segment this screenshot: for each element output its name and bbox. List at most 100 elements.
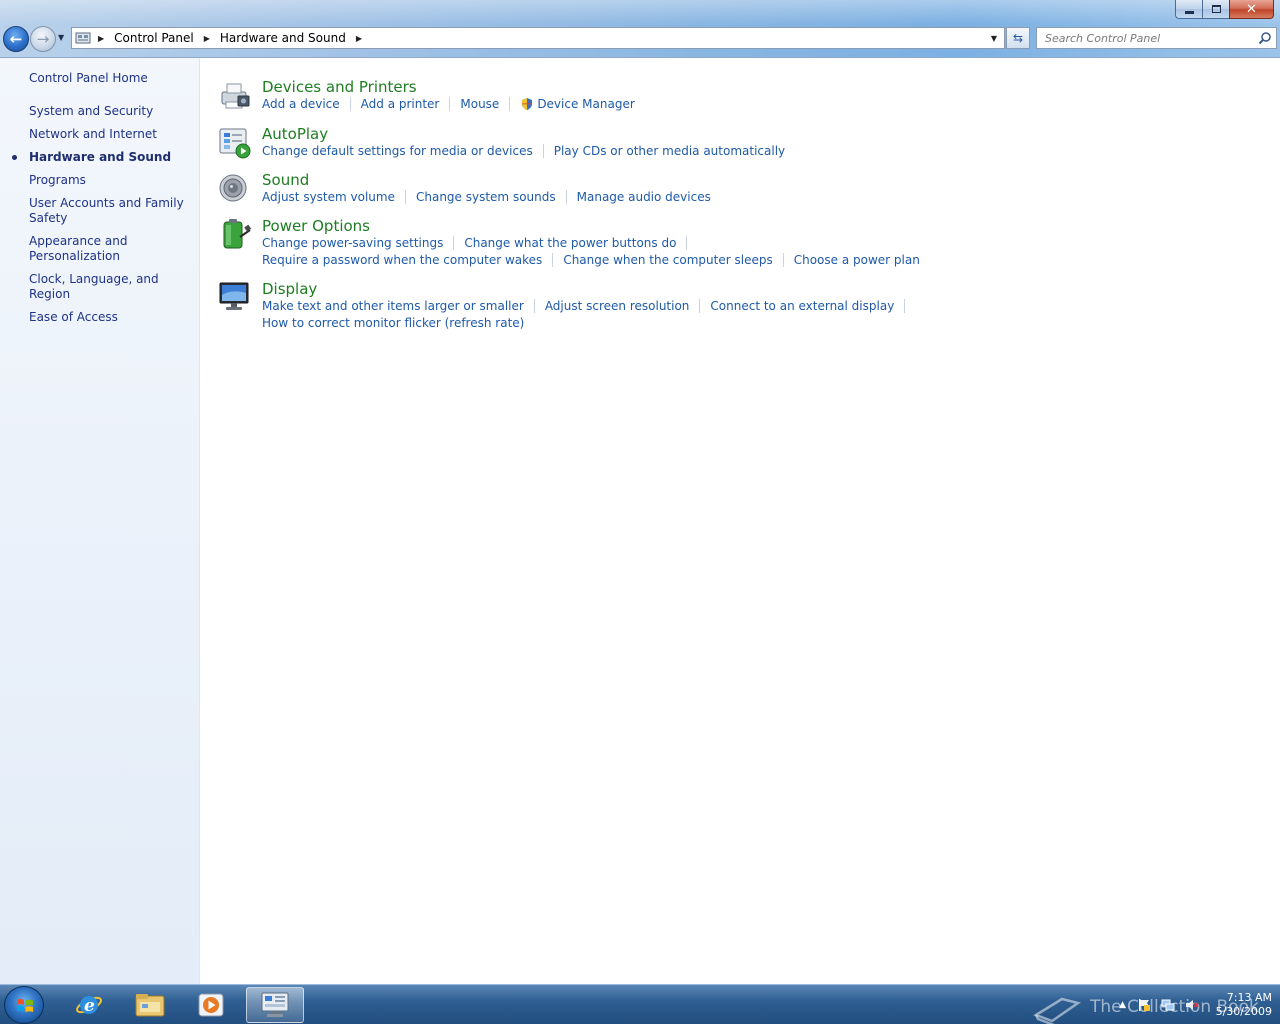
chevron-down-icon: ▼ <box>990 33 998 43</box>
address-bar[interactable]: ▶ Control Panel ▶ Hardware and Sound ▶ ▼ <box>71 27 1005 49</box>
device-manager-link[interactable]: Device Manager <box>537 97 634 111</box>
monitor-icon[interactable] <box>218 280 252 314</box>
autoplay-icon[interactable] <box>218 125 252 159</box>
sidebar-item-appearance[interactable]: Appearance and Personalization <box>29 234 194 264</box>
search-icon[interactable] <box>1258 31 1272 45</box>
breadcrumb-separator-icon[interactable]: ▶ <box>196 34 218 43</box>
chevron-up-icon: ▲ <box>1119 1000 1126 1010</box>
link-divider <box>565 190 567 204</box>
link-divider <box>782 253 784 267</box>
search-input[interactable] <box>1037 31 1249 45</box>
manage-audio-devices-link[interactable]: Manage audio devices <box>577 190 711 204</box>
sound-links: Adjust system volume Change system sound… <box>262 190 711 204</box>
display-links-row-2: How to correct monitor flicker (refresh … <box>262 316 524 330</box>
refresh-icon: ⇆ <box>1012 31 1024 45</box>
category-list: System and Security Network and Internet… <box>12 104 194 333</box>
link-divider <box>349 97 351 111</box>
breadcrumb-separator-icon[interactable]: ▶ <box>94 34 112 43</box>
speaker-icon[interactable] <box>218 171 252 205</box>
change-default-media-settings-link[interactable]: Change default settings for media or dev… <box>262 144 533 158</box>
media-player-icon <box>198 993 224 1017</box>
restore-icon <box>1211 5 1221 13</box>
svg-text:e: e <box>84 996 95 1016</box>
action-center-flag-icon[interactable] <box>1137 998 1151 1012</box>
breadcrumb-control-panel[interactable]: Control Panel <box>112 31 196 45</box>
devices-and-printers-title[interactable]: Devices and Printers <box>262 78 417 96</box>
change-system-sounds-link[interactable]: Change system sounds <box>416 190 556 204</box>
make-text-larger-link[interactable]: Make text and other items larger or smal… <box>262 299 524 313</box>
close-icon: ✕ <box>1246 1 1257 17</box>
sidebar-item-programs[interactable]: Programs <box>29 173 194 188</box>
link-divider <box>453 236 455 250</box>
window-titlebar: ✕ ← → ▼ ▶ Control Panel ▶ Hardware and S… <box>0 0 1280 58</box>
book-watermark-icon <box>1033 997 1081 1024</box>
taskbar-control-panel[interactable] <box>246 987 304 1023</box>
battery-icon[interactable] <box>218 217 252 251</box>
back-arrow-icon: ← <box>9 30 23 48</box>
control-panel-home-link[interactable]: Control Panel Home <box>29 71 148 85</box>
sidebar-item-system-and-security[interactable]: System and Security <box>29 104 194 119</box>
change-sleep-settings-link[interactable]: Change when the computer sleeps <box>563 253 772 267</box>
volume-muted-icon[interactable] <box>1185 998 1199 1012</box>
link-divider <box>533 299 535 313</box>
taskbar-windows-explorer[interactable] <box>121 987 179 1023</box>
sidebar-item-clock-language-region[interactable]: Clock, Language, and Region <box>29 272 194 302</box>
link-divider <box>404 190 406 204</box>
sidebar-item-hardware-and-sound[interactable]: Hardware and Sound <box>12 150 194 165</box>
breadcrumb-separator-icon[interactable]: ▶ <box>348 34 370 43</box>
adjust-system-volume-link[interactable]: Adjust system volume <box>262 190 395 204</box>
play-cds-automatically-link[interactable]: Play CDs or other media automatically <box>554 144 785 158</box>
change-power-buttons-link[interactable]: Change what the power buttons do <box>464 236 676 250</box>
autoplay-links: Change default settings for media or dev… <box>262 144 785 158</box>
sidebar-item-user-accounts[interactable]: User Accounts and Family Safety <box>29 196 194 226</box>
autoplay-title[interactable]: AutoPlay <box>262 125 328 143</box>
sound-title[interactable]: Sound <box>262 171 309 189</box>
display-links-row-1: Make text and other items larger or smal… <box>262 299 906 313</box>
restore-button[interactable] <box>1202 0 1229 19</box>
network-icon[interactable] <box>1161 998 1175 1012</box>
choose-power-plan-link[interactable]: Choose a power plan <box>794 253 920 267</box>
search-box[interactable] <box>1036 27 1277 49</box>
power-options-links-row-1: Change power-saving settings Change what… <box>262 236 688 250</box>
show-hidden-icons-button[interactable]: ▲ <box>1119 1000 1126 1010</box>
power-options-links-row-2: Require a password when the computer wak… <box>262 253 920 267</box>
link-divider <box>449 97 451 111</box>
change-power-saving-settings-link[interactable]: Change power-saving settings <box>262 236 443 250</box>
add-a-device-link[interactable]: Add a device <box>262 97 340 111</box>
printer-icon[interactable] <box>218 78 252 112</box>
power-options-title[interactable]: Power Options <box>262 217 370 235</box>
adjust-screen-resolution-link[interactable]: Adjust screen resolution <box>545 299 690 313</box>
display-title[interactable]: Display <box>262 280 317 298</box>
sidebar-item-network-and-internet[interactable]: Network and Internet <box>29 127 194 142</box>
sidebar-item-ease-of-access[interactable]: Ease of Access <box>29 310 194 325</box>
require-password-on-wake-link[interactable]: Require a password when the computer wak… <box>262 253 542 267</box>
recent-pages-button[interactable]: ▼ <box>58 33 68 43</box>
refresh-button[interactable]: ⇆ <box>1006 27 1030 49</box>
close-button[interactable]: ✕ <box>1229 0 1274 19</box>
add-a-printer-link[interactable]: Add a printer <box>361 97 440 111</box>
system-clock[interactable]: 7:13 AM 5/30/2009 <box>1212 991 1272 1019</box>
connect-external-display-link[interactable]: Connect to an external display <box>710 299 894 313</box>
start-button[interactable] <box>4 986 44 1024</box>
windows-explorer-icon <box>135 994 165 1017</box>
taskbar-internet-explorer[interactable]: e <box>60 987 118 1023</box>
uac-shield-icon <box>522 98 533 110</box>
breadcrumb-hardware-and-sound[interactable]: Hardware and Sound <box>218 31 348 45</box>
correct-monitor-flicker-link[interactable]: How to correct monitor flicker (refresh … <box>262 316 524 330</box>
clock-date: 5/30/2009 <box>1215 1005 1272 1018</box>
control-panel-icon <box>72 28 94 48</box>
minimize-button[interactable] <box>1175 0 1202 19</box>
window-controls: ✕ <box>1175 0 1274 19</box>
taskbar-media-player[interactable] <box>182 987 240 1023</box>
address-dropdown-button[interactable]: ▼ <box>986 28 1002 48</box>
main-content: Devices and Printers Add a device Add a … <box>201 58 1280 984</box>
forward-button[interactable]: → <box>30 26 56 52</box>
devices-and-printers-links: Add a device Add a printer Mouse Device … <box>262 97 635 111</box>
minimize-icon <box>1184 10 1194 14</box>
mouse-link[interactable]: Mouse <box>460 97 499 111</box>
clock-time: 7:13 AM <box>1226 991 1272 1004</box>
back-button[interactable]: ← <box>3 26 29 52</box>
link-divider <box>686 236 688 250</box>
windows-logo-icon <box>17 999 33 1012</box>
link-divider <box>904 299 906 313</box>
